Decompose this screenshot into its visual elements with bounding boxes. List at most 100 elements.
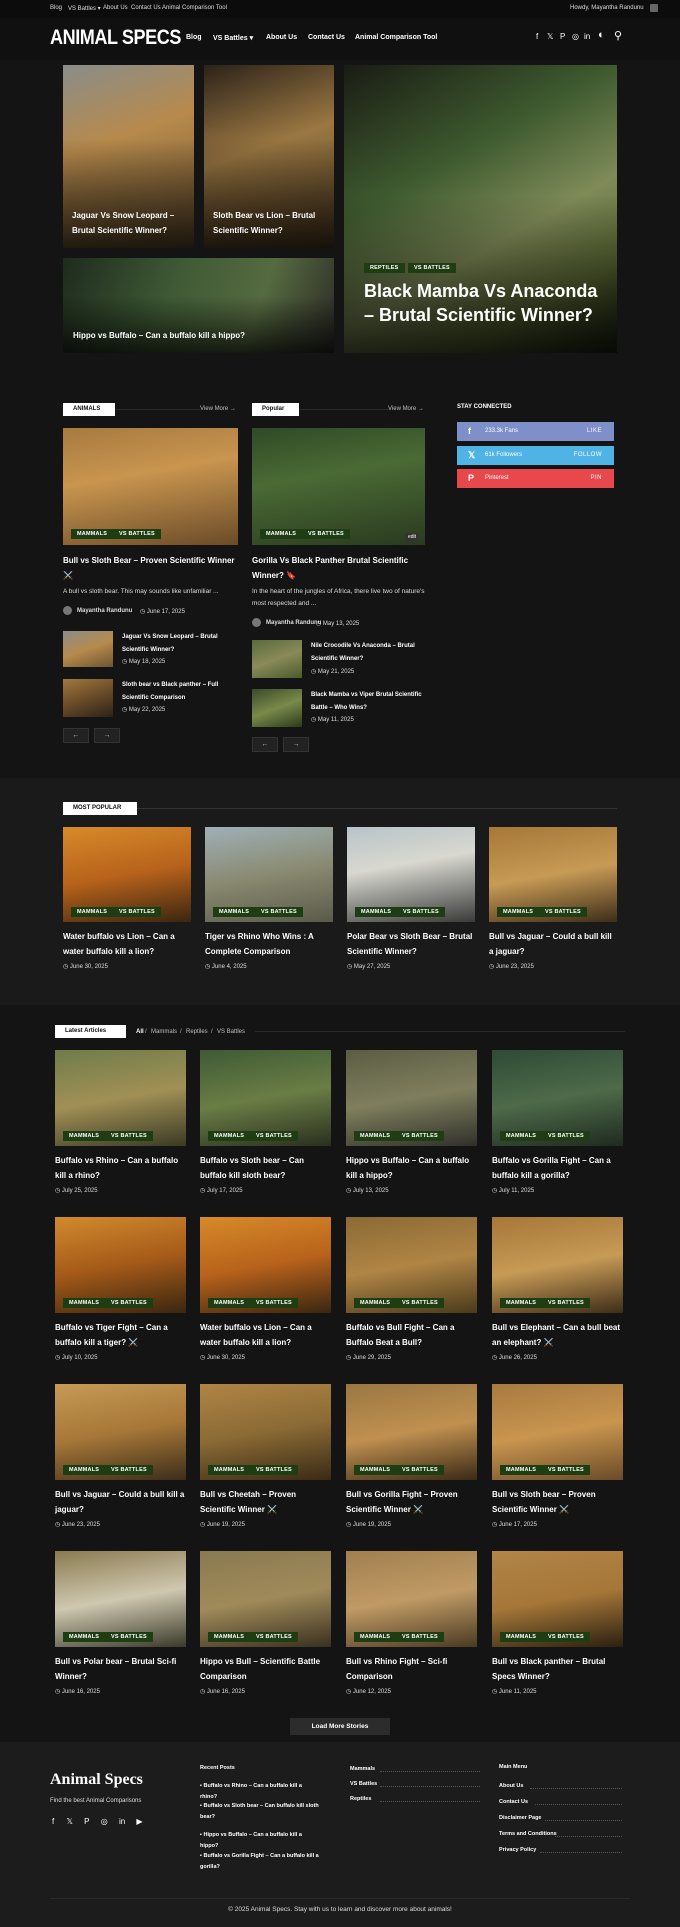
tag-vs-battles[interactable]: VS BATTLES: [113, 907, 161, 917]
tag-mammals[interactable]: MAMMALS: [260, 529, 303, 539]
latest-card-title[interactable]: Bull vs Jaguar – Could a bull kill a jag…: [55, 1487, 186, 1517]
latest-card-image[interactable]: MAMMALS VS BATTLES: [200, 1551, 331, 1647]
latest-card-title[interactable]: Hippo vs Bull – Scientific Battle Compar…: [200, 1654, 331, 1684]
latest-card-title[interactable]: Buffalo vs Bull Fight – Can a Buffalo Be…: [346, 1320, 477, 1350]
tag-vs-battles[interactable]: VS BATTLES: [542, 1465, 590, 1475]
latest-card-image[interactable]: MAMMALS VS BATTLES: [492, 1551, 623, 1647]
user-greeting[interactable]: Howdy, Mayantha Randunu: [570, 5, 644, 11]
list-thumb[interactable]: [63, 631, 113, 667]
latest-card-title[interactable]: Buffalo vs Tiger Fight – Can a buffalo k…: [55, 1320, 186, 1350]
list-thumb[interactable]: [63, 679, 113, 717]
facebook-like-button[interactable]: f 233.3k Fans LIKE: [457, 422, 614, 441]
edit-link[interactable]: edit: [405, 533, 420, 541]
tag-vs-battles[interactable]: VS BATTLES: [105, 1131, 153, 1141]
most-popular-card-image[interactable]: MAMMALS VS BATTLES: [63, 827, 191, 922]
dark-mode-icon[interactable]: ◐: [598, 29, 605, 41]
latest-card-image[interactable]: MAMMALS VS BATTLES: [346, 1217, 477, 1313]
tag-mammals[interactable]: MAMMALS: [208, 1298, 251, 1308]
prev-button[interactable]: ←: [252, 737, 278, 752]
list-item-title[interactable]: Nile Crocodile Vs Anaconda – Brutal Scie…: [311, 640, 423, 666]
pinterest-icon[interactable]: P: [84, 1817, 89, 1826]
latest-card-title[interactable]: Bull vs Sloth bear – Proven Scientific W…: [492, 1487, 623, 1517]
most-popular-title[interactable]: Polar Bear vs Sloth Bear – Brutal Scient…: [347, 929, 475, 959]
tag-vs-battles[interactable]: VS BATTLES: [255, 907, 303, 917]
tag-mammals[interactable]: MAMMALS: [354, 1131, 397, 1141]
nav-vs-battles[interactable]: VS Battles ▾: [213, 34, 253, 42]
pinterest-pin-button[interactable]: P Pinterest PIN: [457, 469, 614, 488]
tag-vs-battles[interactable]: VS BATTLES: [113, 529, 161, 539]
footer-recent-post[interactable]: ▪ Buffalo vs Sloth bear – Can buffalo ki…: [200, 1801, 320, 1823]
nav-blog[interactable]: Blog: [186, 34, 202, 41]
most-popular-card-image[interactable]: MAMMALS VS BATTLES: [489, 827, 617, 922]
latest-card-title[interactable]: Water buffalo vs Lion – Can a water buff…: [200, 1320, 331, 1350]
nav-contact[interactable]: Contact Us: [308, 34, 345, 41]
latest-card-title[interactable]: Buffalo vs Rhino – Can a buffalo kill a …: [55, 1153, 186, 1183]
footer-menu-disclaimer[interactable]: Disclaimer Page: [499, 1813, 542, 1824]
list-thumb[interactable]: [252, 689, 302, 727]
author-name[interactable]: Mayantha Randunu: [266, 620, 321, 626]
tag-mammals[interactable]: MAMMALS: [354, 1465, 397, 1475]
hero-card-1[interactable]: Jaguar Vs Snow Leopard – Brutal Scientif…: [63, 65, 194, 248]
tag-vs-battles[interactable]: VS BATTLES: [250, 1465, 298, 1475]
animals-main-title[interactable]: Bull vs Sloth Bear – Proven Scientific W…: [63, 553, 238, 583]
linkedin-icon[interactable]: in: [119, 1817, 125, 1826]
latest-card-image[interactable]: MAMMALS VS BATTLES: [200, 1050, 331, 1146]
tag-vs-battles[interactable]: VS BATTLES: [408, 263, 456, 273]
tag-vs-battles[interactable]: VS BATTLES: [105, 1632, 153, 1642]
tag-vs-battles[interactable]: VS BATTLES: [105, 1465, 153, 1475]
tag-vs-battles[interactable]: VS BATTLES: [250, 1298, 298, 1308]
latest-card-title[interactable]: Bull vs Polar bear – Brutal Sci-fi Winne…: [55, 1654, 186, 1684]
footer-menu-about[interactable]: About Us: [499, 1781, 523, 1792]
list-item-title[interactable]: Black Mamba vs Viper Brutal Scientific B…: [311, 689, 423, 715]
list-item-title[interactable]: Jaguar Vs Snow Leopard – Brutal Scientif…: [122, 631, 232, 657]
popular-main-title[interactable]: Gorilla Vs Black Panther Brutal Scientif…: [252, 553, 425, 583]
tag-mammals[interactable]: MAMMALS: [63, 1298, 106, 1308]
tag-mammals[interactable]: MAMMALS: [208, 1131, 251, 1141]
footer-recent-post[interactable]: ▪ Hippo vs Buffalo – Can a buffalo kill …: [200, 1830, 320, 1852]
hero-card-title[interactable]: Jaguar Vs Snow Leopard – Brutal Scientif…: [72, 208, 187, 238]
footer-menu-contact[interactable]: Contact Us: [499, 1797, 528, 1808]
author-name[interactable]: Mayantha Randunu: [77, 608, 132, 614]
most-popular-card-image[interactable]: MAMMALS VS BATTLES: [347, 827, 475, 922]
latest-card-title[interactable]: Buffalo vs Gorilla Fight – Can a buffalo…: [492, 1153, 623, 1183]
next-button[interactable]: →: [94, 728, 120, 743]
tag-mammals[interactable]: MAMMALS: [355, 907, 398, 917]
most-popular-title[interactable]: Bull vs Jaguar – Could a bull kill a jag…: [489, 929, 617, 959]
hero-card-title[interactable]: Hippo vs Buffalo – Can a buffalo kill a …: [73, 328, 323, 343]
hero-featured[interactable]: REPTILES VS BATTLES Black Mamba Vs Anaco…: [344, 65, 617, 353]
topbar-link-tool[interactable]: Animal Comparison Tool: [162, 5, 227, 11]
footer-menu-terms[interactable]: Terms and Conditions: [499, 1829, 557, 1840]
topbar-link-about[interactable]: About Us: [103, 5, 128, 11]
most-popular-title[interactable]: Tiger vs Rhino Who Wins : A Complete Com…: [205, 929, 333, 959]
nav-comparison-tool[interactable]: Animal Comparison Tool: [355, 34, 437, 41]
latest-card-image[interactable]: MAMMALS VS BATTLES: [200, 1217, 331, 1313]
hero-card-title[interactable]: Sloth Bear vs Lion – Brutal Scientific W…: [213, 208, 328, 238]
tag-mammals[interactable]: MAMMALS: [354, 1632, 397, 1642]
latest-card-title[interactable]: Buffalo vs Sloth bear – Can buffalo kill…: [200, 1153, 331, 1183]
instagram-icon[interactable]: ◎: [101, 1817, 108, 1826]
footer-cat-reptiles[interactable]: Reptiles: [350, 1794, 371, 1805]
tag-vs-battles[interactable]: VS BATTLES: [396, 1465, 444, 1475]
footer-recent-post[interactable]: ▪ Buffalo vs Rhino – Can a buffalo kill …: [200, 1781, 320, 1803]
latest-card-title[interactable]: Bull vs Black panther – Brutal Specs Win…: [492, 1654, 623, 1684]
tag-mammals[interactable]: MAMMALS: [213, 907, 256, 917]
latest-card-title[interactable]: Bull vs Rhino Fight – Sci-fi Comparison: [346, 1654, 477, 1684]
tag-mammals[interactable]: MAMMALS: [500, 1632, 543, 1642]
latest-card-image[interactable]: MAMMALS VS BATTLES: [346, 1551, 477, 1647]
tag-mammals[interactable]: MAMMALS: [354, 1298, 397, 1308]
latest-card-image[interactable]: MAMMALS VS BATTLES: [346, 1384, 477, 1480]
tag-vs-battles[interactable]: VS BATTLES: [542, 1131, 590, 1141]
latest-card-image[interactable]: MAMMALS VS BATTLES: [346, 1050, 477, 1146]
filter-mammals[interactable]: Mammals: [151, 1029, 177, 1035]
tag-mammals[interactable]: MAMMALS: [63, 1632, 106, 1642]
prev-button[interactable]: ←: [63, 728, 89, 743]
latest-card-image[interactable]: MAMMALS VS BATTLES: [492, 1217, 623, 1313]
latest-card-title[interactable]: Hippo vs Buffalo – Can a buffalo kill a …: [346, 1153, 477, 1183]
tag-vs-battles[interactable]: VS BATTLES: [542, 1632, 590, 1642]
hero-card-3[interactable]: Hippo vs Buffalo – Can a buffalo kill a …: [63, 258, 334, 353]
latest-card-image[interactable]: MAMMALS VS BATTLES: [55, 1050, 186, 1146]
tag-vs-battles[interactable]: VS BATTLES: [539, 907, 587, 917]
latest-card-title[interactable]: Bull vs Elephant – Can a bull beat an el…: [492, 1320, 623, 1350]
tag-vs-battles[interactable]: VS BATTLES: [542, 1298, 590, 1308]
tag-mammals[interactable]: MAMMALS: [71, 907, 114, 917]
